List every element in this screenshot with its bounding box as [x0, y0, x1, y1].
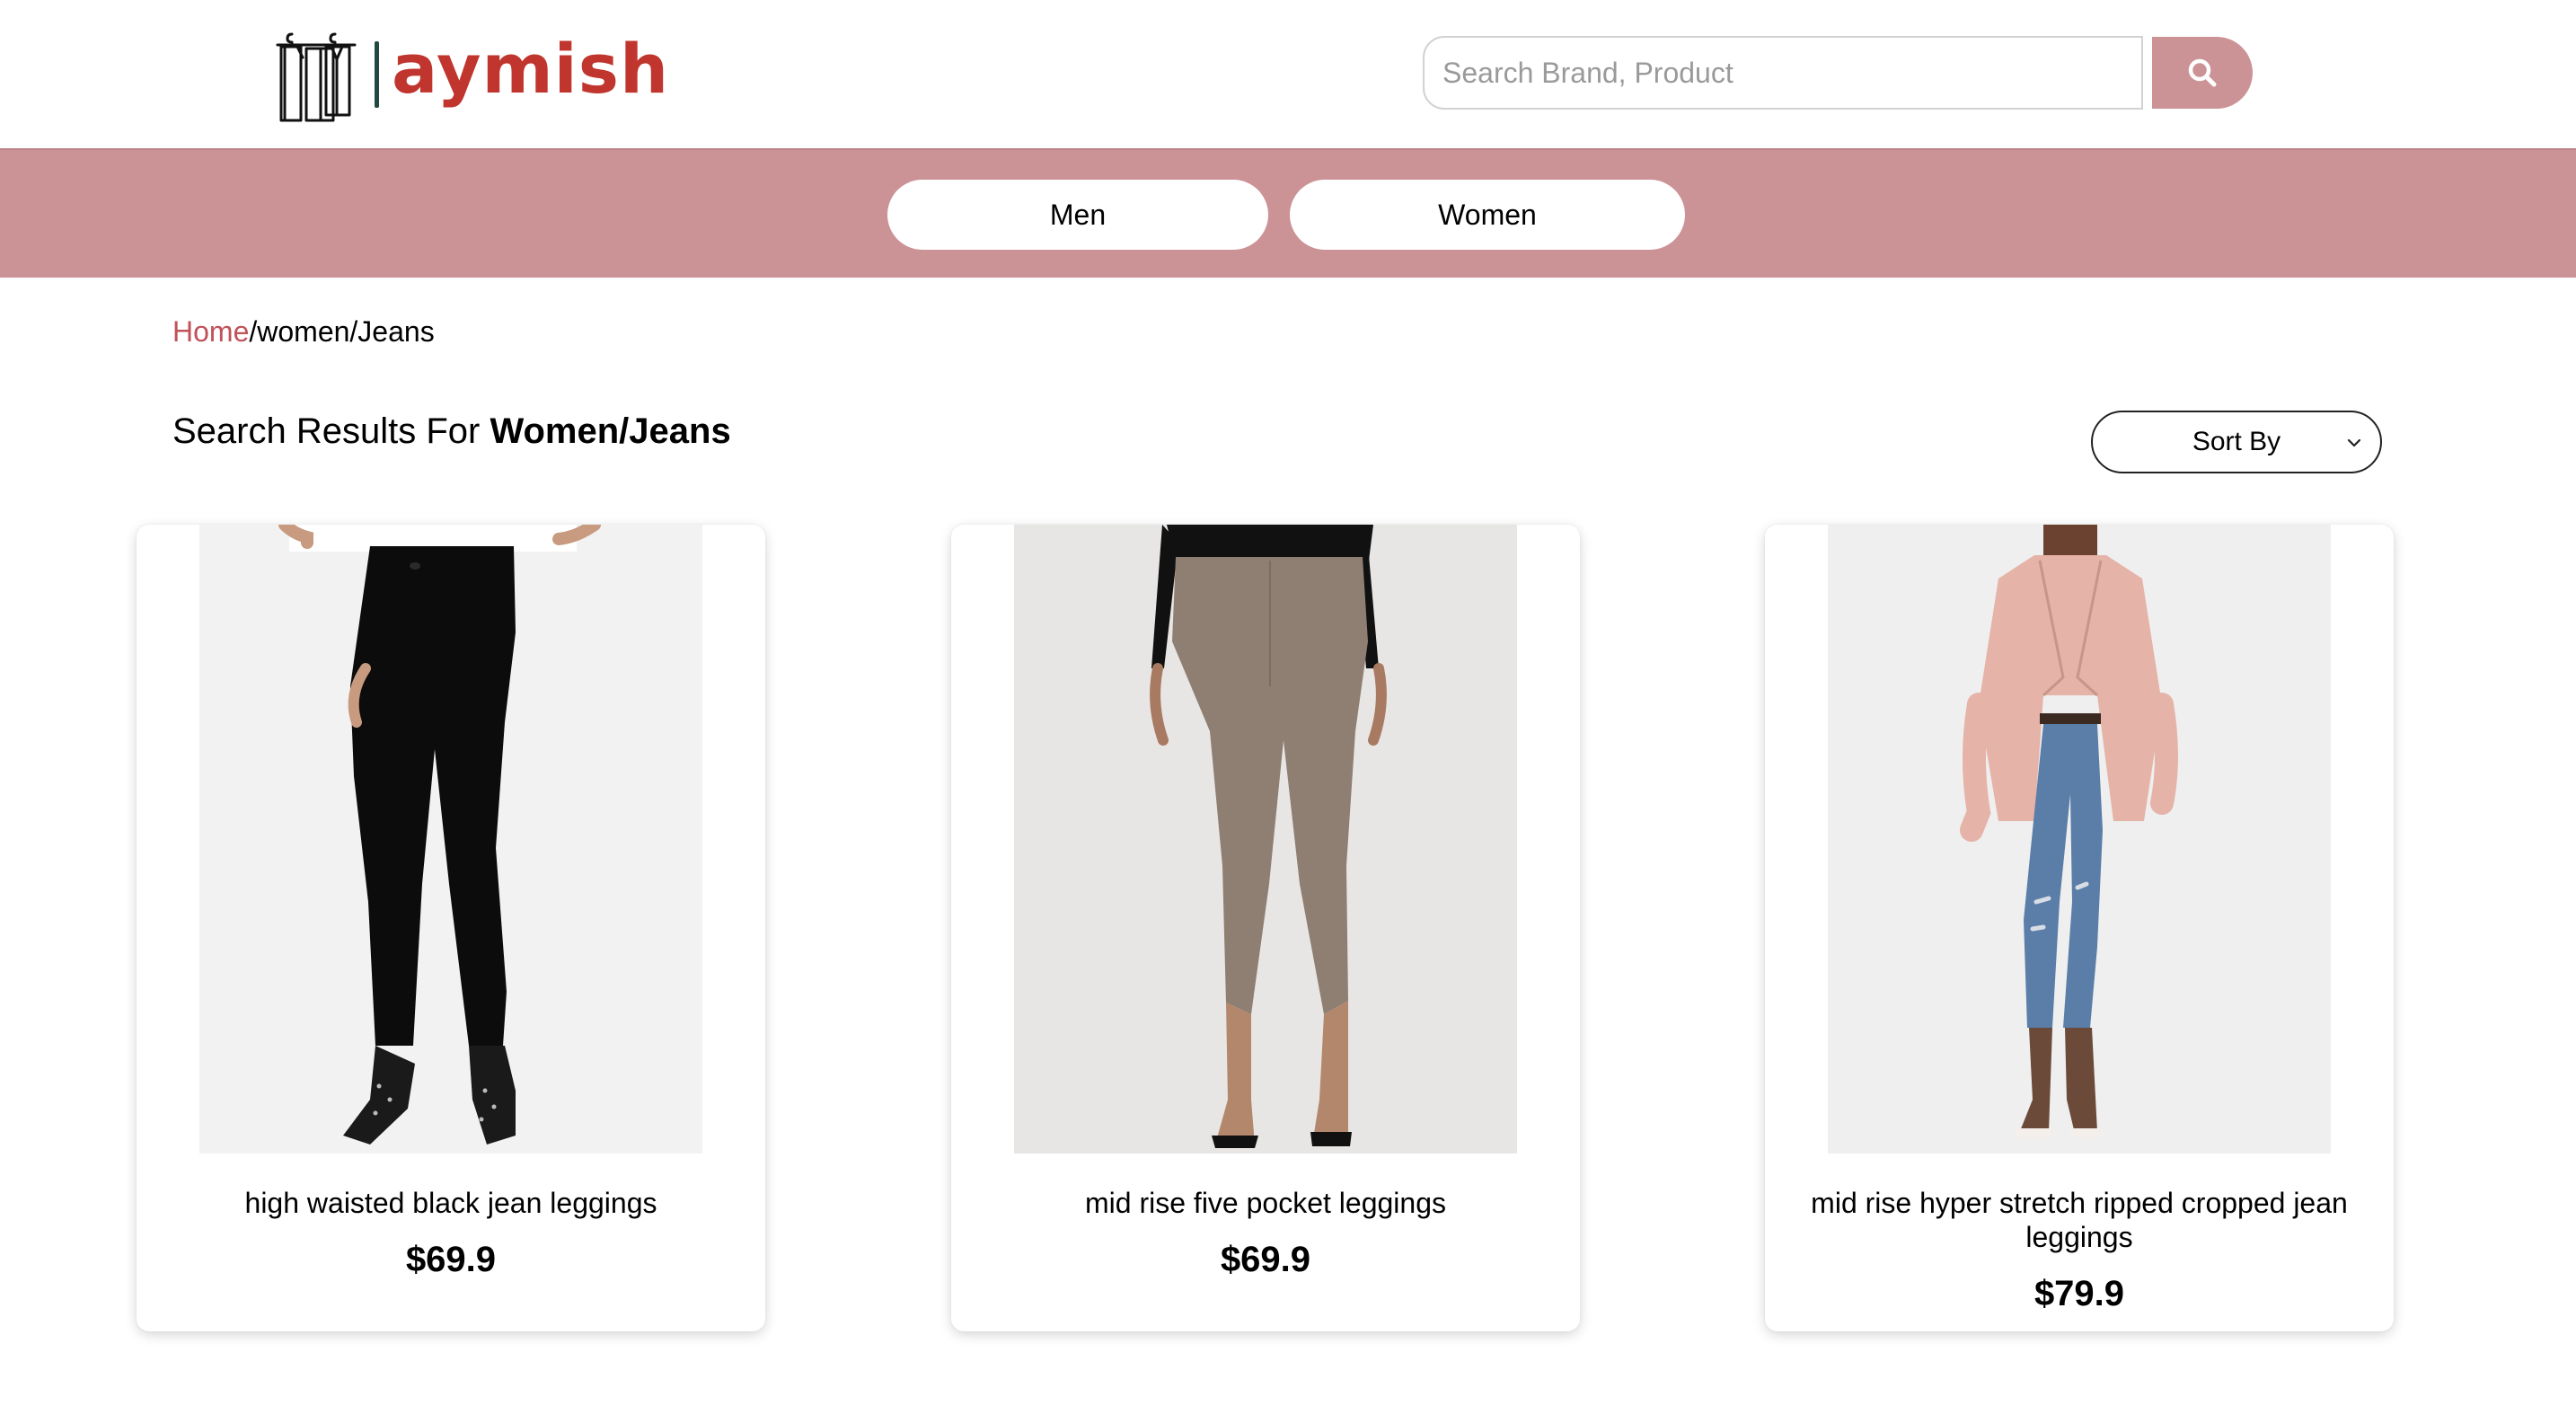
- product-image-taupe-leggings[interactable]: [1014, 525, 1517, 1153]
- search-bar: [1423, 36, 2253, 110]
- search-button[interactable]: [2152, 37, 2253, 109]
- site-header: aymish: [0, 0, 2576, 148]
- nav-men-button[interactable]: Men: [887, 180, 1268, 250]
- product-card[interactable]: high waisted black jean leggings $69.9: [137, 525, 765, 1331]
- site-logo[interactable]: aymish: [274, 25, 669, 124]
- product-card[interactable]: mid rise five pocket leggings $69.9: [951, 525, 1580, 1331]
- results-title-prefix: Search Results For: [172, 411, 490, 451]
- clothes-rack-icon: [276, 32, 357, 122]
- product-image-black-jeans[interactable]: [199, 525, 702, 1153]
- product-price: $69.9: [405, 1240, 497, 1279]
- category-nav: Men Women: [0, 148, 2576, 278]
- results-title: Search Results For Women/Jeans: [172, 409, 731, 454]
- search-input[interactable]: [1423, 36, 2143, 110]
- product-image-blazer-ripped-jeans[interactable]: [1828, 525, 2331, 1153]
- breadcrumb-path: /women/Jeans: [249, 315, 435, 348]
- breadcrumb: Home/women/Jeans: [172, 314, 435, 349]
- chevron-down-icon: [2347, 438, 2361, 447]
- product-name: mid rise hyper stretch ripped cropped je…: [1811, 1187, 2348, 1253]
- product-card[interactable]: mid rise hyper stretch ripped cropped je…: [1765, 525, 2394, 1331]
- logo-wordmark: aymish: [392, 29, 670, 109]
- product-price: $69.9: [1220, 1240, 1311, 1279]
- search-icon: [2188, 58, 2217, 87]
- nav-women-button[interactable]: Women: [1290, 180, 1685, 250]
- results-query: Women/Jeans: [490, 411, 731, 451]
- breadcrumb-home-link[interactable]: Home: [172, 315, 249, 348]
- sort-by-label: Sort By: [2192, 427, 2281, 456]
- product-name: high waisted black jean leggings: [244, 1187, 657, 1219]
- product-price: $79.9: [2033, 1274, 2125, 1313]
- product-name: mid rise five pocket leggings: [1085, 1187, 1446, 1219]
- logo-divider: [375, 41, 379, 108]
- sort-by-select[interactable]: Sort By: [2091, 411, 2382, 473]
